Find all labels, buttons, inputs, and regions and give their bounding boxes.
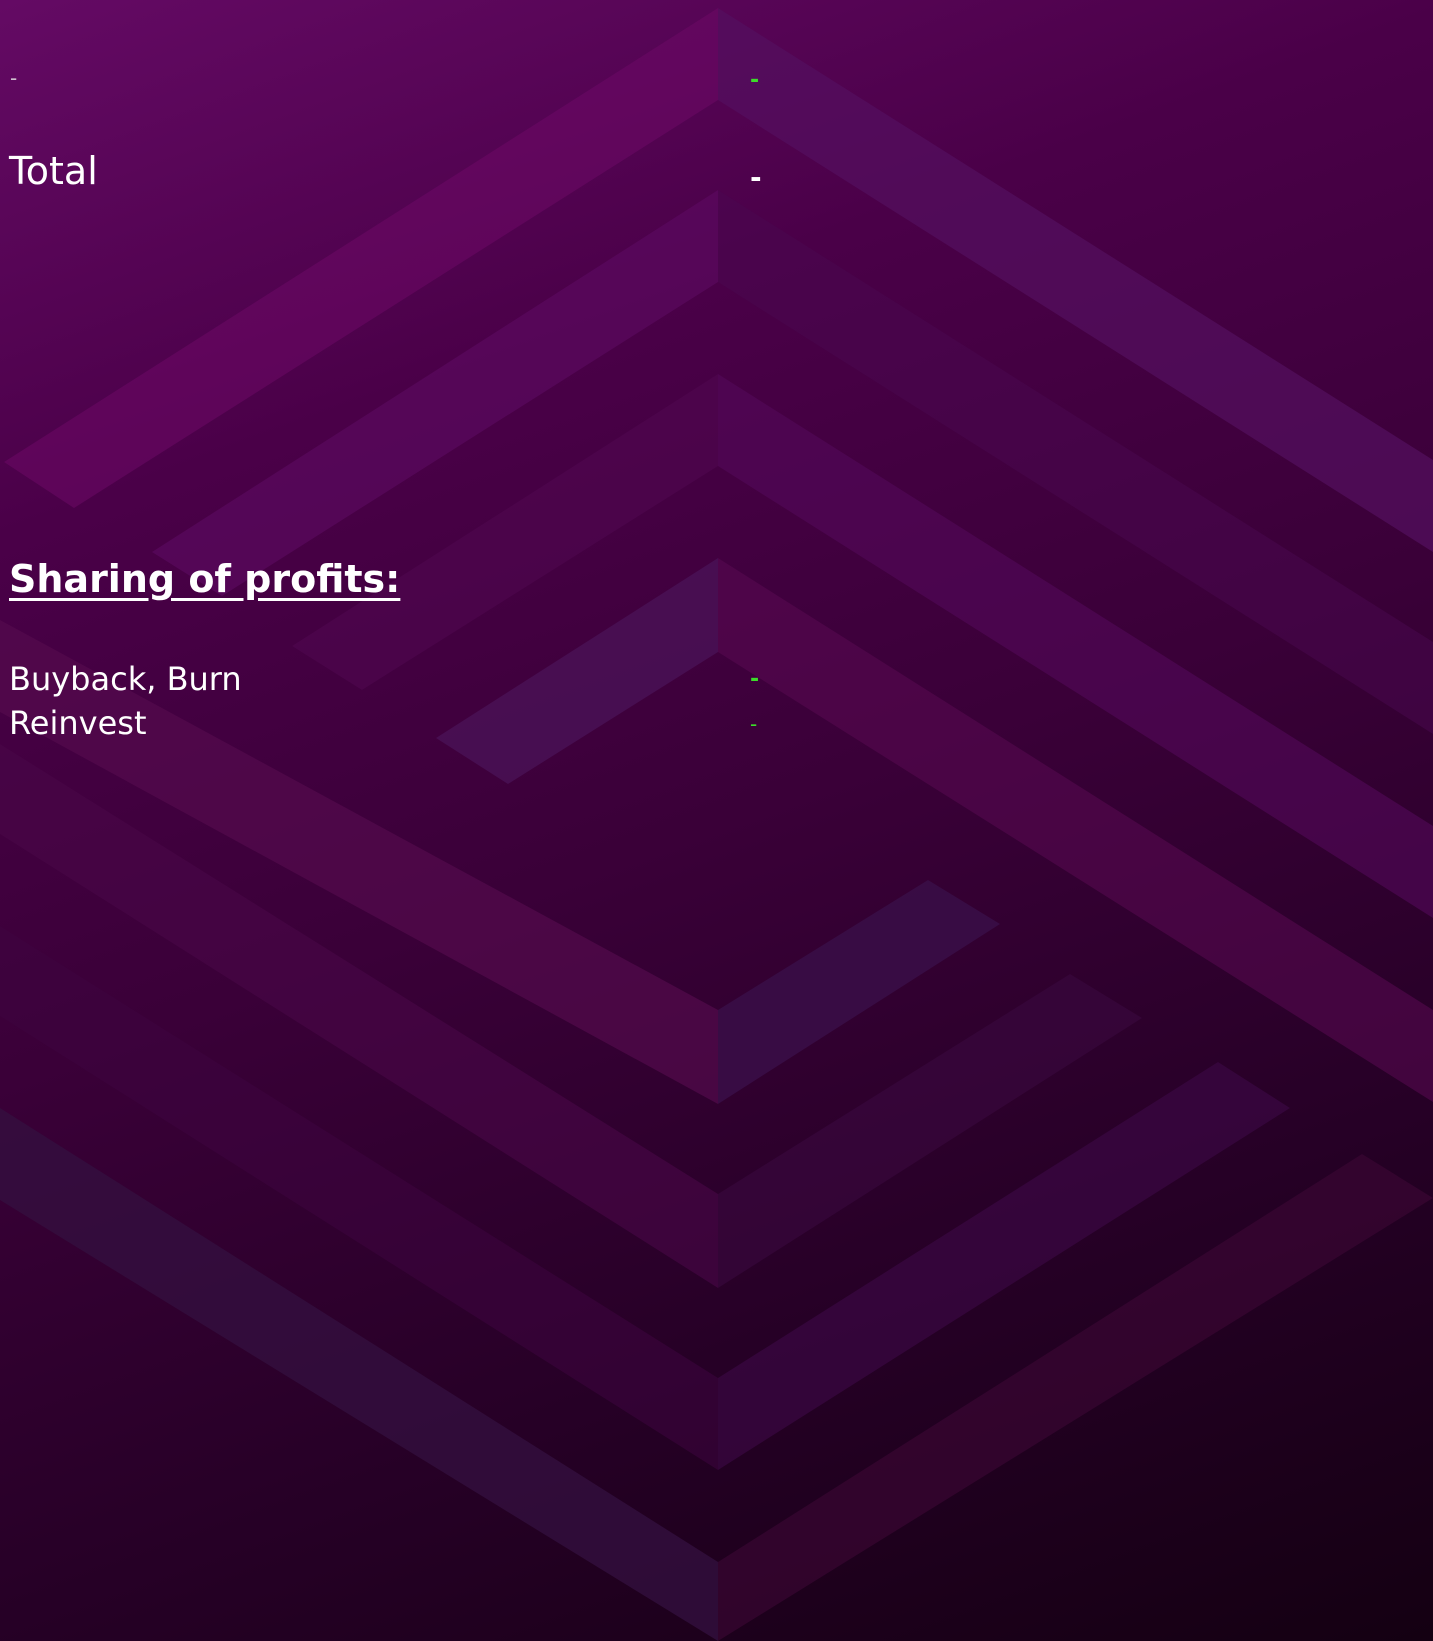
reinvest-value: - [750, 712, 758, 736]
top-row-label: - [10, 66, 18, 90]
sharing-of-profits-heading: Sharing of profits: [9, 557, 401, 601]
buyback-burn-value: - [750, 667, 760, 692]
buyback-burn-label: Buyback, Burn [9, 660, 242, 698]
top-row-value: - [750, 68, 760, 93]
total-value: - [750, 161, 762, 194]
total-label: Total [9, 149, 98, 193]
reinvest-label: Reinvest [9, 704, 147, 742]
background-pattern [0, 8, 1433, 1641]
